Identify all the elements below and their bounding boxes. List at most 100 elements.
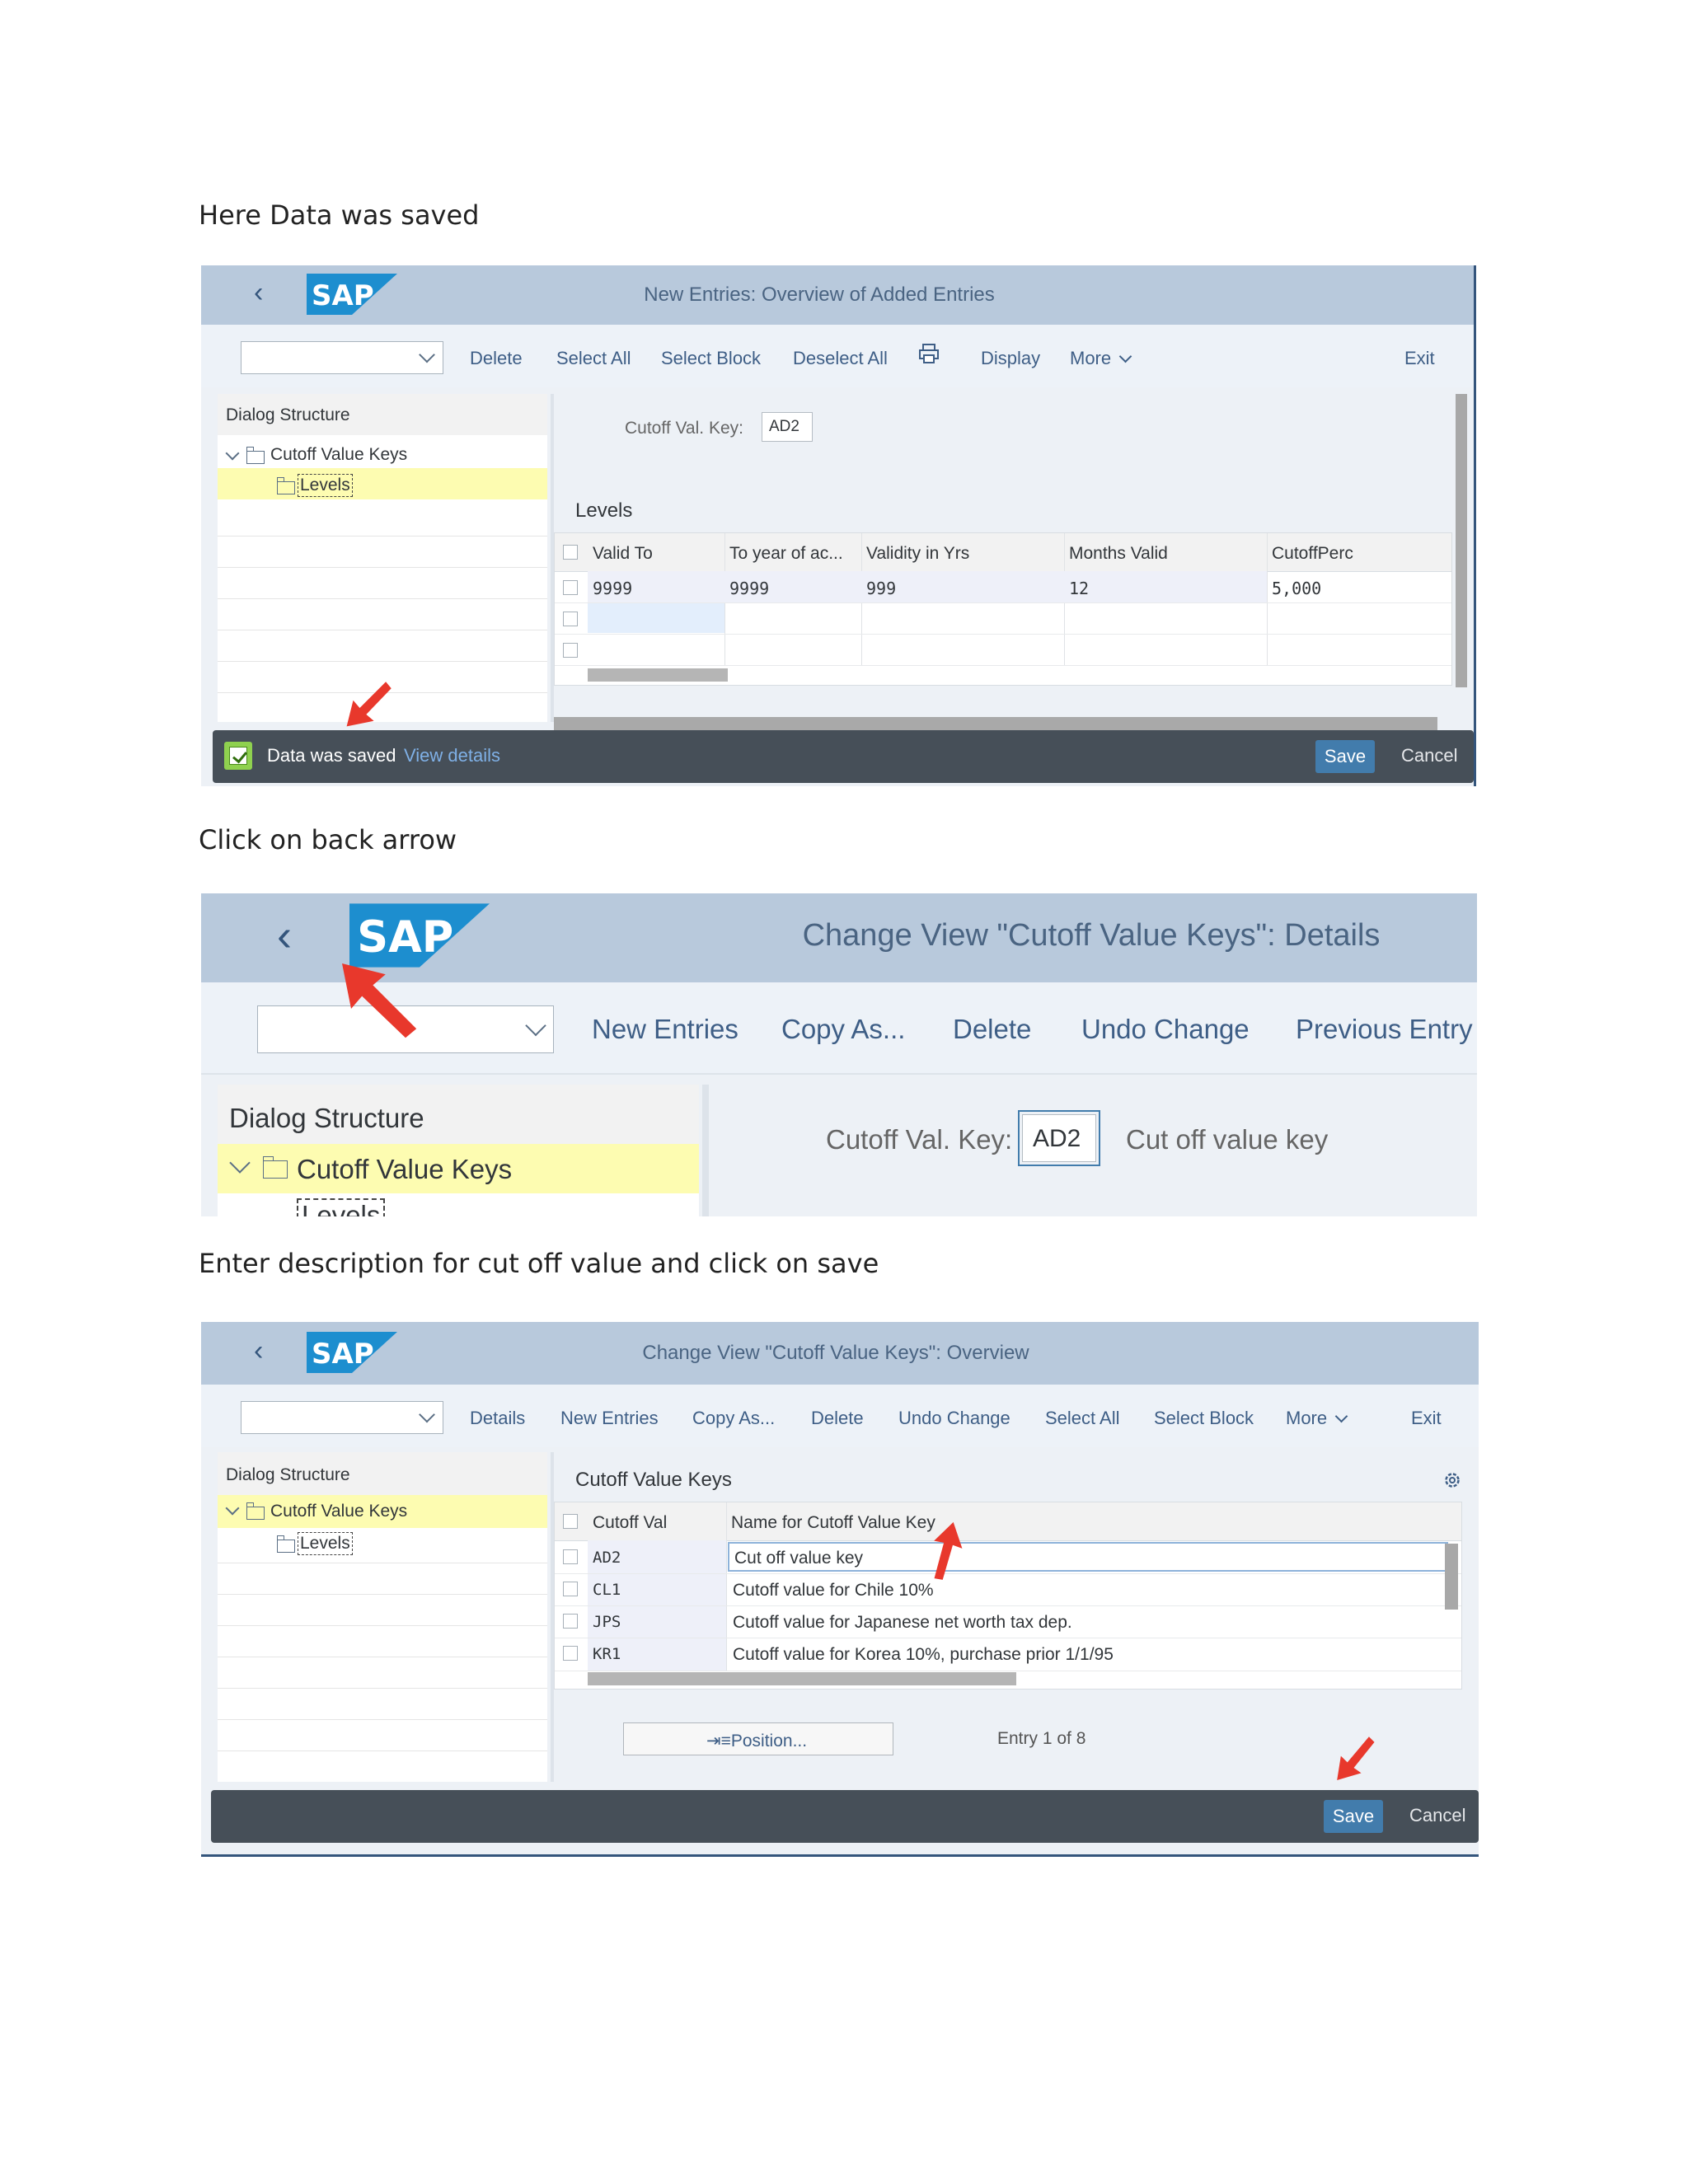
red-arrow-annotation xyxy=(341,677,396,732)
name-input-value: Cut off value key xyxy=(734,1549,864,1568)
select-block-button[interactable]: Select Block xyxy=(1154,1408,1254,1429)
cell-cutoff-val[interactable]: CL1 xyxy=(593,1581,621,1599)
vertical-scrollbar[interactable] xyxy=(1445,1544,1458,1610)
folder-open-icon xyxy=(263,1156,288,1179)
tree-selection xyxy=(218,468,547,499)
select-block-button[interactable]: Select Block xyxy=(661,348,761,369)
row-checkbox[interactable] xyxy=(563,1549,578,1564)
cutoff-key-description: Cut off value key xyxy=(1126,1124,1329,1155)
command-field[interactable] xyxy=(241,341,443,374)
more-label: More xyxy=(1286,1408,1328,1428)
deselect-all-button[interactable]: Deselect All xyxy=(793,348,888,369)
chevron-down-icon[interactable] xyxy=(225,446,240,461)
caption-enter-description: Enter description for cut off value and … xyxy=(199,1248,879,1279)
row-checkbox[interactable] xyxy=(563,1582,578,1596)
cutoff-key-field[interactable]: AD2 xyxy=(1018,1110,1100,1166)
command-field[interactable] xyxy=(241,1401,443,1434)
delete-button[interactable]: Delete xyxy=(470,348,523,369)
entry-counter: Entry 1 of 8 xyxy=(997,1729,1086,1748)
cell-name[interactable]: Cutoff value for Chile 10% xyxy=(733,1581,934,1601)
display-button[interactable]: Display xyxy=(981,348,1040,369)
back-arrow-icon[interactable]: ‹ xyxy=(277,910,292,961)
row-checkbox[interactable] xyxy=(563,612,578,626)
shell-bar: ‹ Change View "Cutoff Value Keys": Overv… xyxy=(201,1322,1479,1385)
save-button[interactable]: Save xyxy=(1315,740,1375,773)
row-checkbox[interactable] xyxy=(563,1646,578,1661)
select-all-checkbox[interactable] xyxy=(563,1514,578,1529)
chevron-down-icon xyxy=(525,1015,546,1037)
select-all-button[interactable]: Select All xyxy=(1045,1408,1120,1429)
previous-entry-button[interactable]: Previous Entry xyxy=(1296,1014,1473,1045)
cell-cutoff-val[interactable]: KR1 xyxy=(593,1645,621,1663)
details-button[interactable]: Details xyxy=(470,1408,525,1429)
row-checkbox[interactable] xyxy=(563,643,578,658)
horizontal-scrollbar[interactable] xyxy=(588,668,728,682)
cell-cutoff-val[interactable]: AD2 xyxy=(593,1549,621,1567)
cell-valid-to[interactable]: 9999 xyxy=(593,579,632,598)
tree-item-levels[interactable]: Levels xyxy=(298,1532,353,1555)
dialog-structure-heading: Dialog Structure xyxy=(229,1103,424,1133)
printer-icon[interactable] xyxy=(918,343,940,364)
status-message: Data was saved xyxy=(267,745,396,766)
cell-name[interactable]: Cutoff value for Japanese net worth tax … xyxy=(733,1613,1072,1633)
exit-button[interactable]: Exit xyxy=(1404,348,1435,369)
back-arrow-icon[interactable]: ‹ xyxy=(254,1335,263,1367)
cell-name[interactable]: Cutoff value for Korea 10%, purchase pri… xyxy=(733,1645,1114,1665)
toolbar: Details New Entries Copy As... Delete Un… xyxy=(201,1385,1479,1447)
dialog-structure-tree: Dialog Structure Cutoff Value Keys Level… xyxy=(218,1452,547,1782)
cutoff-keys-section-title: Cutoff Value Keys xyxy=(575,1469,732,1491)
new-entries-button[interactable]: New Entries xyxy=(560,1408,659,1429)
exit-button[interactable]: Exit xyxy=(1411,1408,1442,1429)
back-arrow-icon[interactable]: ‹ xyxy=(254,277,263,309)
cell-to-year[interactable]: 9999 xyxy=(729,579,769,598)
screenshot-change-view-details: ‹ Change View "Cutoff Value Keys": Detai… xyxy=(201,893,1477,1216)
active-cell[interactable] xyxy=(588,603,724,633)
tree-item-levels[interactable]: Levels xyxy=(298,474,353,497)
vertical-scrollbar[interactable] xyxy=(1456,394,1467,687)
undo-change-button[interactable]: Undo Change xyxy=(898,1408,1010,1429)
success-check-icon xyxy=(224,742,252,770)
cutoff-key-label: Cutoff Val. Key: xyxy=(625,419,743,438)
column-header: Months Valid xyxy=(1069,544,1168,563)
more-button[interactable]: More xyxy=(1070,348,1132,369)
settings-gear-icon[interactable] xyxy=(1442,1470,1462,1490)
save-button[interactable]: Save xyxy=(1324,1800,1383,1833)
cell-validity-yrs[interactable]: 999 xyxy=(866,579,896,598)
name-input-field[interactable]: Cut off value key xyxy=(728,1542,1448,1572)
more-button[interactable]: More xyxy=(1286,1408,1348,1429)
tree-item-cutoff-value-keys[interactable]: Cutoff Value Keys xyxy=(270,1502,407,1521)
chevron-down-icon xyxy=(1334,1409,1348,1423)
select-all-button[interactable]: Select All xyxy=(556,348,631,369)
copy-as-button[interactable]: Copy As... xyxy=(781,1014,905,1045)
levels-table: Valid To To year of ac... Validity in Yr… xyxy=(554,532,1452,686)
table-row[interactable] xyxy=(588,571,1267,602)
sap-logo xyxy=(307,1332,397,1373)
delete-button[interactable]: Delete xyxy=(811,1408,864,1429)
undo-change-button[interactable]: Undo Change xyxy=(1081,1014,1250,1045)
cell-months-valid[interactable]: 12 xyxy=(1069,579,1089,598)
select-all-checkbox[interactable] xyxy=(563,545,578,560)
cancel-button[interactable]: Cancel xyxy=(1401,745,1457,766)
caption-click-back: Click on back arrow xyxy=(199,824,457,855)
cancel-button[interactable]: Cancel xyxy=(1409,1805,1465,1826)
cutoff-keys-table: Cutoff Val Name for Cutoff Value Key AD2… xyxy=(554,1502,1462,1690)
tree-item-cutoff-value-keys[interactable]: Cutoff Value Keys xyxy=(297,1154,512,1185)
row-checkbox[interactable] xyxy=(563,1614,578,1629)
copy-as-button[interactable]: Copy As... xyxy=(692,1408,775,1429)
tree-item-levels[interactable]: Levels xyxy=(296,1198,386,1216)
cell-cutoff-perc[interactable]: 5,000 xyxy=(1272,579,1321,598)
footer-bar: Save Cancel xyxy=(211,1790,1479,1843)
column-header: Validity in Yrs xyxy=(866,544,970,563)
dialog-structure-heading: Dialog Structure xyxy=(226,405,350,424)
position-button[interactable]: ⇥≡Position... xyxy=(623,1722,893,1755)
delete-button[interactable]: Delete xyxy=(953,1014,1031,1045)
row-checkbox[interactable] xyxy=(563,580,578,595)
cutoff-key-label: Cutoff Val. Key: xyxy=(826,1124,1013,1155)
horizontal-scrollbar[interactable] xyxy=(588,1672,1016,1685)
new-entries-button[interactable]: New Entries xyxy=(592,1014,738,1045)
dialog-structure-tree: Dialog Structure Cutoff Value Keys Level… xyxy=(218,394,547,722)
view-details-link[interactable]: View details xyxy=(404,745,500,766)
tree-item-cutoff-value-keys[interactable]: Cutoff Value Keys xyxy=(270,445,407,465)
splitter[interactable] xyxy=(702,1085,709,1216)
cell-cutoff-val[interactable]: JPS xyxy=(593,1613,621,1631)
